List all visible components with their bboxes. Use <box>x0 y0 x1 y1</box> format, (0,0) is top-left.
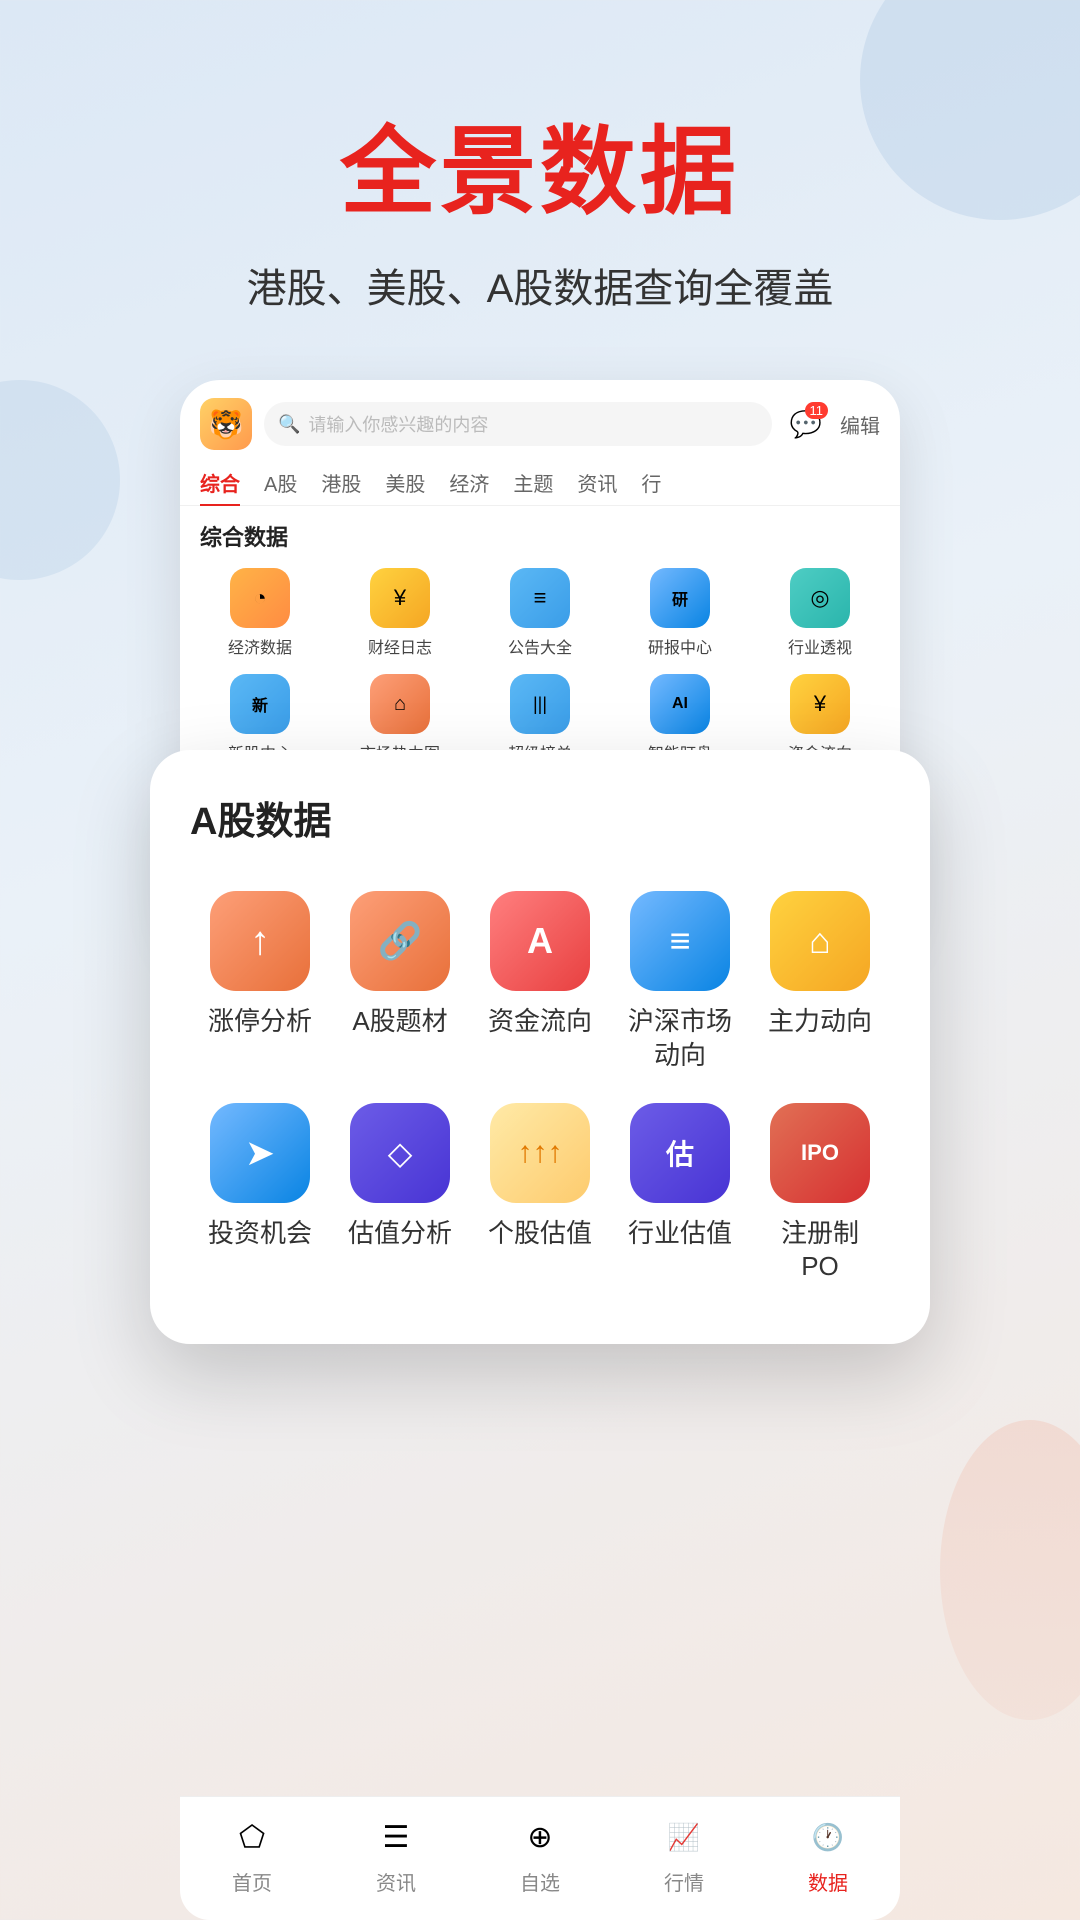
bg-decoration-ml <box>0 380 120 580</box>
popup-icon-资金流向: A <box>490 891 590 991</box>
icon-研报中心-label: 研报中心 <box>648 634 712 658</box>
nav-label-行情: 行情 <box>664 1867 704 1896</box>
popup-card-a股数据: A股数据 ↑ 涨停分析 🔗 A股题材 A 资金流向 ≡ 沪深市场 动向 ⌂ 主力… <box>150 750 930 1344</box>
nav-icon-数据: 🕐 <box>804 1813 852 1861</box>
tab-美股[interactable]: 美股 <box>385 460 425 505</box>
icon-研报中心[interactable]: 研 研报中心 <box>610 560 750 666</box>
section-title-综合数据: 综合数据 <box>180 506 900 560</box>
popup-item-A股题材[interactable]: 🔗 A股题材 <box>330 881 470 1083</box>
icon-公告大全-label: 公告大全 <box>508 634 572 658</box>
icon-财经日志[interactable]: ¥ 财经日志 <box>330 560 470 666</box>
nav-icon-资讯: ☰ <box>372 1813 420 1861</box>
icon-经济数据[interactable]: ◔ 经济数据 <box>190 560 330 666</box>
nav-自选[interactable]: ⊕ 自选 <box>468 1813 612 1896</box>
nav-label-自选: 自选 <box>520 1867 560 1896</box>
icon-市场热力图-bg: ⌂ <box>370 674 430 734</box>
popup-item-投资机会[interactable]: ➤ 投资机会 <box>190 1093 330 1295</box>
tab-bar: 综合 A股 港股 美股 经济 主题 资讯 行 <box>180 460 900 506</box>
popup-label-资金流向: 资金流向 <box>488 1005 592 1039</box>
icon-公告大全-bg: ≡ <box>510 568 570 628</box>
nav-label-数据: 数据 <box>808 1867 848 1896</box>
popup-grid-row1: ↑ 涨停分析 🔗 A股题材 A 资金流向 ≡ 沪深市场 动向 ⌂ 主力动向 ➤ … <box>190 881 890 1294</box>
message-button[interactable]: 💬 11 <box>784 402 828 446</box>
main-title: 全景数据 <box>0 120 1080 226</box>
icon-财经日志-label: 财经日志 <box>368 634 432 658</box>
tab-A股[interactable]: A股 <box>264 460 297 505</box>
search-icon: 🔍 <box>278 414 300 435</box>
tab-行[interactable]: 行 <box>641 460 661 505</box>
icon-行业透视[interactable]: ◎ 行业透视 <box>750 560 890 666</box>
icon-行业透视-label: 行业透视 <box>788 634 852 658</box>
popup-icon-主力动向: ⌂ <box>770 891 870 991</box>
popup-label-主力动向: 主力动向 <box>768 1005 872 1039</box>
popup-item-资金流向[interactable]: A 资金流向 <box>470 881 610 1083</box>
icon-研报中心-bg: 研 <box>650 568 710 628</box>
icon-经济数据-label: 经济数据 <box>228 634 292 658</box>
popup-icon-沪深市场动向: ≡ <box>630 891 730 991</box>
icon-公告大全[interactable]: ≡ 公告大全 <box>470 560 610 666</box>
popup-item-注册制IPO[interactable]: IPO 注册制 PO <box>750 1093 890 1295</box>
tab-资讯[interactable]: 资讯 <box>577 460 617 505</box>
popup-item-主力动向[interactable]: ⌂ 主力动向 <box>750 881 890 1083</box>
icon-新股中心-bg: 新 <box>230 674 290 734</box>
header-area: 全景数据 港股、美股、A股数据查询全覆盖 <box>0 0 1080 314</box>
icon-财经日志-bg: ¥ <box>370 568 430 628</box>
tab-港股[interactable]: 港股 <box>321 460 361 505</box>
tab-经济[interactable]: 经济 <box>449 460 489 505</box>
popup-icon-投资机会: ➤ <box>210 1103 310 1203</box>
tab-综合[interactable]: 综合 <box>200 460 240 505</box>
popup-icon-行业估值: 估 <box>630 1103 730 1203</box>
popup-item-个股估值[interactable]: ↑↑↑ 个股估值 <box>470 1093 610 1295</box>
popup-label-注册制IPO: 注册制 PO <box>781 1217 859 1285</box>
popup-icon-涨停分析: ↑ <box>210 891 310 991</box>
popup-label-沪深市场动向: 沪深市场 动向 <box>628 1005 732 1073</box>
popup-item-沪深市场动向[interactable]: ≡ 沪深市场 动向 <box>610 881 750 1083</box>
popup-icon-个股估值: ↑↑↑ <box>490 1103 590 1203</box>
nav-icon-自选: ⊕ <box>516 1813 564 1861</box>
nav-行情[interactable]: 📈 行情 <box>612 1813 756 1896</box>
nav-icon-首页: ⬠ <box>228 1813 276 1861</box>
popup-title: A股数据 <box>190 790 890 845</box>
phone-header: 🐯 🔍 请输入你感兴趣的内容 💬 11 编辑 <box>180 380 900 460</box>
popup-label-估值分析: 估值分析 <box>348 1217 452 1251</box>
nav-label-资讯: 资讯 <box>376 1867 416 1896</box>
tab-主题[interactable]: 主题 <box>513 460 553 505</box>
popup-icon-A股题材: 🔗 <box>350 891 450 991</box>
popup-icon-估值分析: ◇ <box>350 1103 450 1203</box>
nav-资讯[interactable]: ☰ 资讯 <box>324 1813 468 1896</box>
icon-行业透视-bg: ◎ <box>790 568 850 628</box>
popup-label-投资机会: 投资机会 <box>208 1217 312 1251</box>
icon-经济数据-bg: ◔ <box>230 568 290 628</box>
icon-超级榜单-bg: ||| <box>510 674 570 734</box>
popup-item-涨停分析[interactable]: ↑ 涨停分析 <box>190 881 330 1083</box>
sub-title: 港股、美股、A股数据查询全覆盖 <box>0 256 1080 314</box>
popup-label-个股估值: 个股估值 <box>488 1217 592 1251</box>
nav-icon-行情: 📈 <box>660 1813 708 1861</box>
app-logo: 🐯 <box>200 398 252 450</box>
bottom-nav: ⬠ 首页 ☰ 资讯 ⊕ 自选 📈 行情 🕐 数据 <box>180 1796 900 1920</box>
icon-智能盯盘-bg: AI <box>650 674 710 734</box>
popup-label-行业估值: 行业估值 <box>628 1217 732 1251</box>
popup-item-行业估值[interactable]: 估 行业估值 <box>610 1093 750 1295</box>
popup-label-A股题材: A股题材 <box>352 1005 447 1039</box>
message-badge: 11 <box>805 402 829 419</box>
edit-button[interactable]: 编辑 <box>840 410 880 439</box>
search-bar[interactable]: 🔍 请输入你感兴趣的内容 <box>264 402 772 446</box>
popup-icon-注册制IPO: IPO <box>770 1103 870 1203</box>
icon-资金流向-phone-bg: ¥ <box>790 674 850 734</box>
popup-label-涨停分析: 涨停分析 <box>208 1005 312 1039</box>
nav-首页[interactable]: ⬠ 首页 <box>180 1813 324 1896</box>
nav-label-首页: 首页 <box>232 1867 272 1896</box>
nav-数据[interactable]: 🕐 数据 <box>756 1813 900 1896</box>
icon-grid-row1: ◔ 经济数据 ¥ 财经日志 ≡ 公告大全 研 研报中心 ◎ 行业透视 <box>180 560 900 666</box>
search-placeholder: 请输入你感兴趣的内容 <box>308 411 488 437</box>
bg-decoration-br <box>940 1420 1080 1720</box>
popup-item-估值分析[interactable]: ◇ 估值分析 <box>330 1093 470 1295</box>
